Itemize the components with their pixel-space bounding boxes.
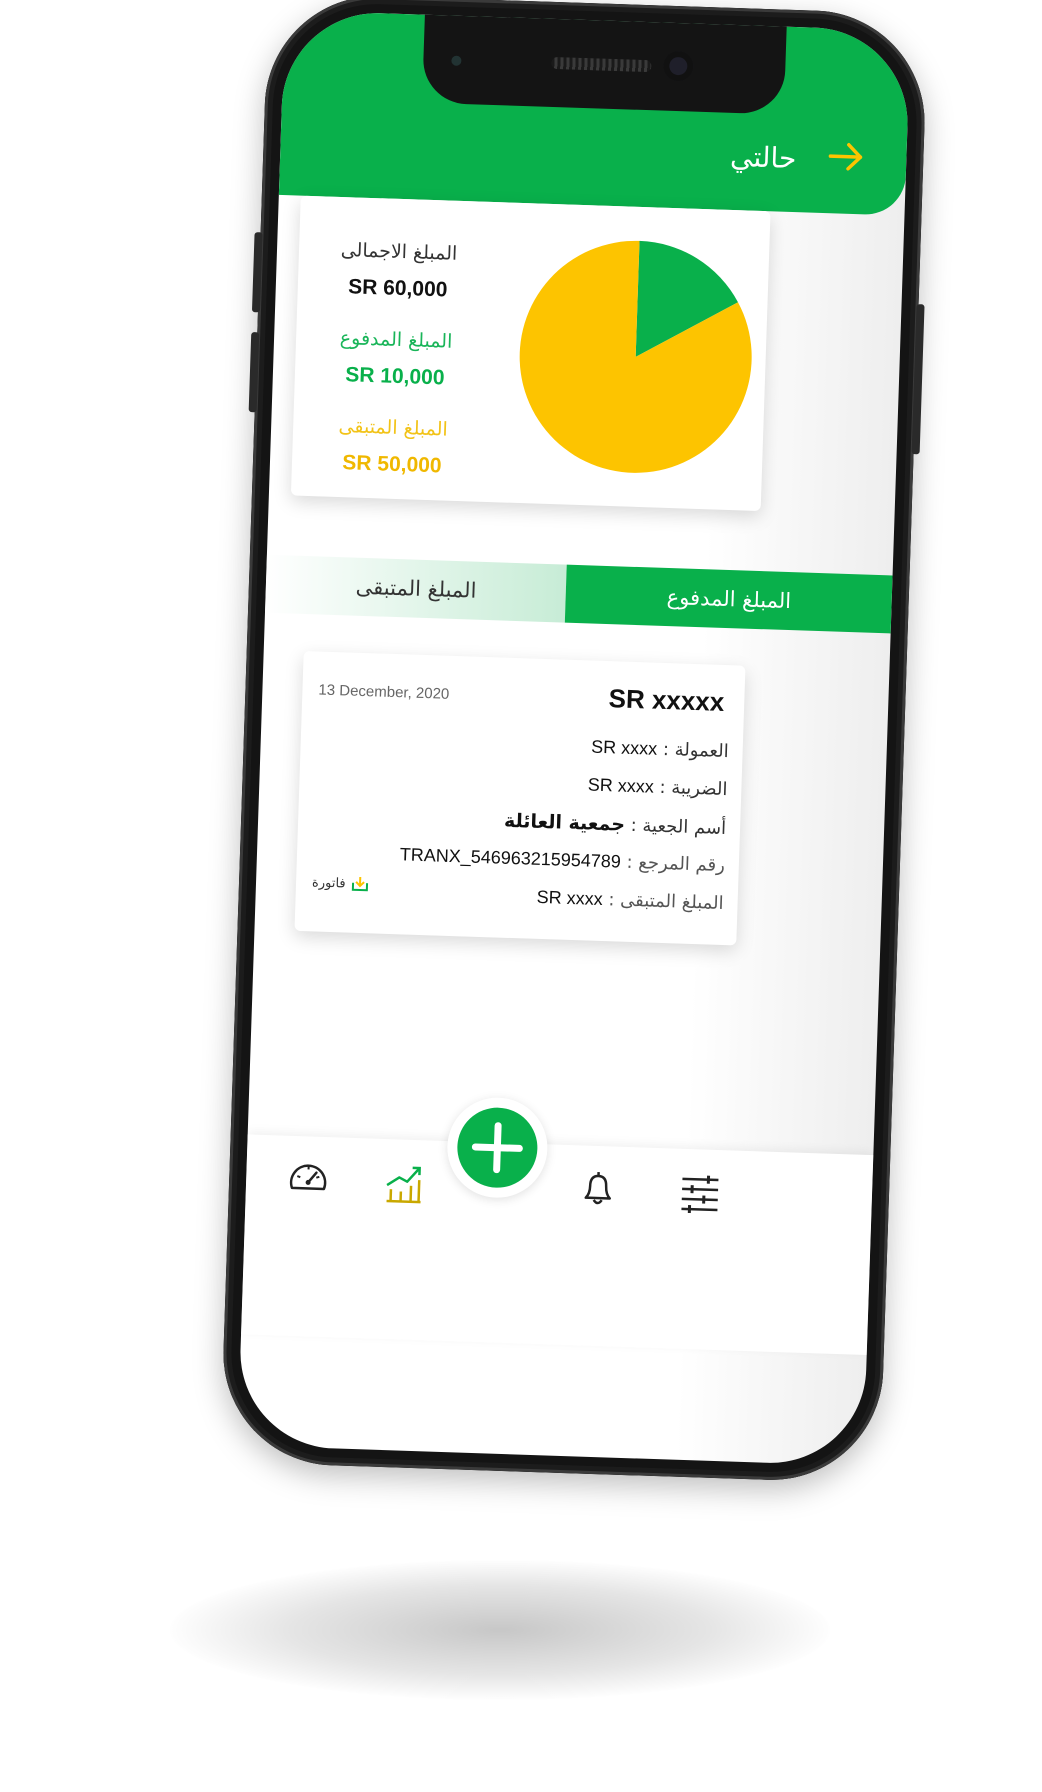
- commission-value: SR xxxx: [590, 736, 658, 759]
- floor-shadow: [170, 1560, 830, 1700]
- summary-card: المبلغ الاجمالى SR 60,000 المبلغ المدفوع…: [290, 195, 771, 512]
- sliders-icon[interactable]: [677, 1169, 722, 1214]
- remaining-value: SR xxxx: [536, 886, 604, 910]
- transaction-card[interactable]: 13 December, 2020 SR xxxxx العمولة : SR …: [294, 650, 746, 946]
- tab-remaining-label: المبلغ المتبقى: [355, 574, 477, 603]
- remaining-amount-value: SR 50,000: [341, 451, 442, 478]
- pie-chart: [519, 240, 752, 473]
- remaining-row: المبلغ المتبقى : SR xxxx: [536, 887, 724, 914]
- phone-notch: [421, 12, 787, 115]
- paid-amount-value: SR 10,000: [344, 363, 445, 390]
- tax-value: SR xxxx: [587, 774, 655, 797]
- total-amount-value: SR 60,000: [347, 275, 448, 302]
- add-button[interactable]: [445, 1096, 550, 1200]
- page-title: حالتي: [729, 139, 797, 176]
- tab-paid[interactable]: المبلغ المدفوع: [565, 564, 893, 634]
- commission-label: العمولة :: [662, 738, 729, 763]
- phone-mockup: حالتي المبلغ الاجمالى SR 60,000 المبلغ ا…: [219, 0, 929, 1484]
- commission-row: العمولة : SR xxxx: [591, 737, 729, 763]
- front-camera: [662, 50, 694, 82]
- entity-row: أسم الجعية : جمعية العائلة: [504, 810, 727, 839]
- add-button-circle: [456, 1106, 539, 1189]
- earpiece-speaker: [551, 56, 652, 73]
- entity-value: جمعية العائلة: [503, 809, 626, 836]
- remaining-label: المبلغ المتبقى :: [608, 889, 724, 915]
- tab-paid-label: المبلغ المدفوع: [666, 585, 792, 614]
- reference-label: رقم المرجع :: [626, 851, 726, 877]
- transaction-date: 13 December, 2020: [318, 681, 450, 703]
- chart-icon[interactable]: [380, 1161, 425, 1206]
- download-icon: [351, 876, 368, 892]
- speedometer-icon[interactable]: [286, 1156, 331, 1201]
- reference-row: رقم المرجع : TRANX_546963215954789: [399, 844, 725, 876]
- pie-slice-remaining: [519, 240, 752, 473]
- transaction-amount: SR xxxxx: [608, 683, 725, 717]
- tab-remaining[interactable]: المبلغ المتبقى: [264, 554, 568, 623]
- invoice-link[interactable]: فاتورة: [312, 873, 370, 893]
- invoice-label: فاتورة: [311, 874, 346, 892]
- reference-value: TRANX_546963215954789: [399, 844, 622, 872]
- remaining-amount-label: المبلغ المتبقى: [338, 415, 449, 441]
- proximity-sensor: [451, 55, 462, 66]
- bottom-nav: [241, 1134, 874, 1356]
- paid-amount-label: المبلغ المدفوع: [339, 327, 453, 353]
- tab-bar: المبلغ المتبقى المبلغ المدفوع: [264, 554, 893, 634]
- tax-row: الضريبة : SR xxxx: [587, 774, 727, 800]
- total-amount-label: المبلغ الاجمالى: [340, 239, 458, 265]
- tax-label: الضريبة :: [659, 776, 728, 801]
- arrow-right-icon[interactable]: [826, 138, 867, 175]
- entity-label: أسم الجعية :: [630, 814, 727, 840]
- app-screen: حالتي المبلغ الاجمالى SR 60,000 المبلغ ا…: [237, 10, 911, 1466]
- bell-icon[interactable]: [575, 1165, 620, 1210]
- add-icon: [471, 1122, 523, 1174]
